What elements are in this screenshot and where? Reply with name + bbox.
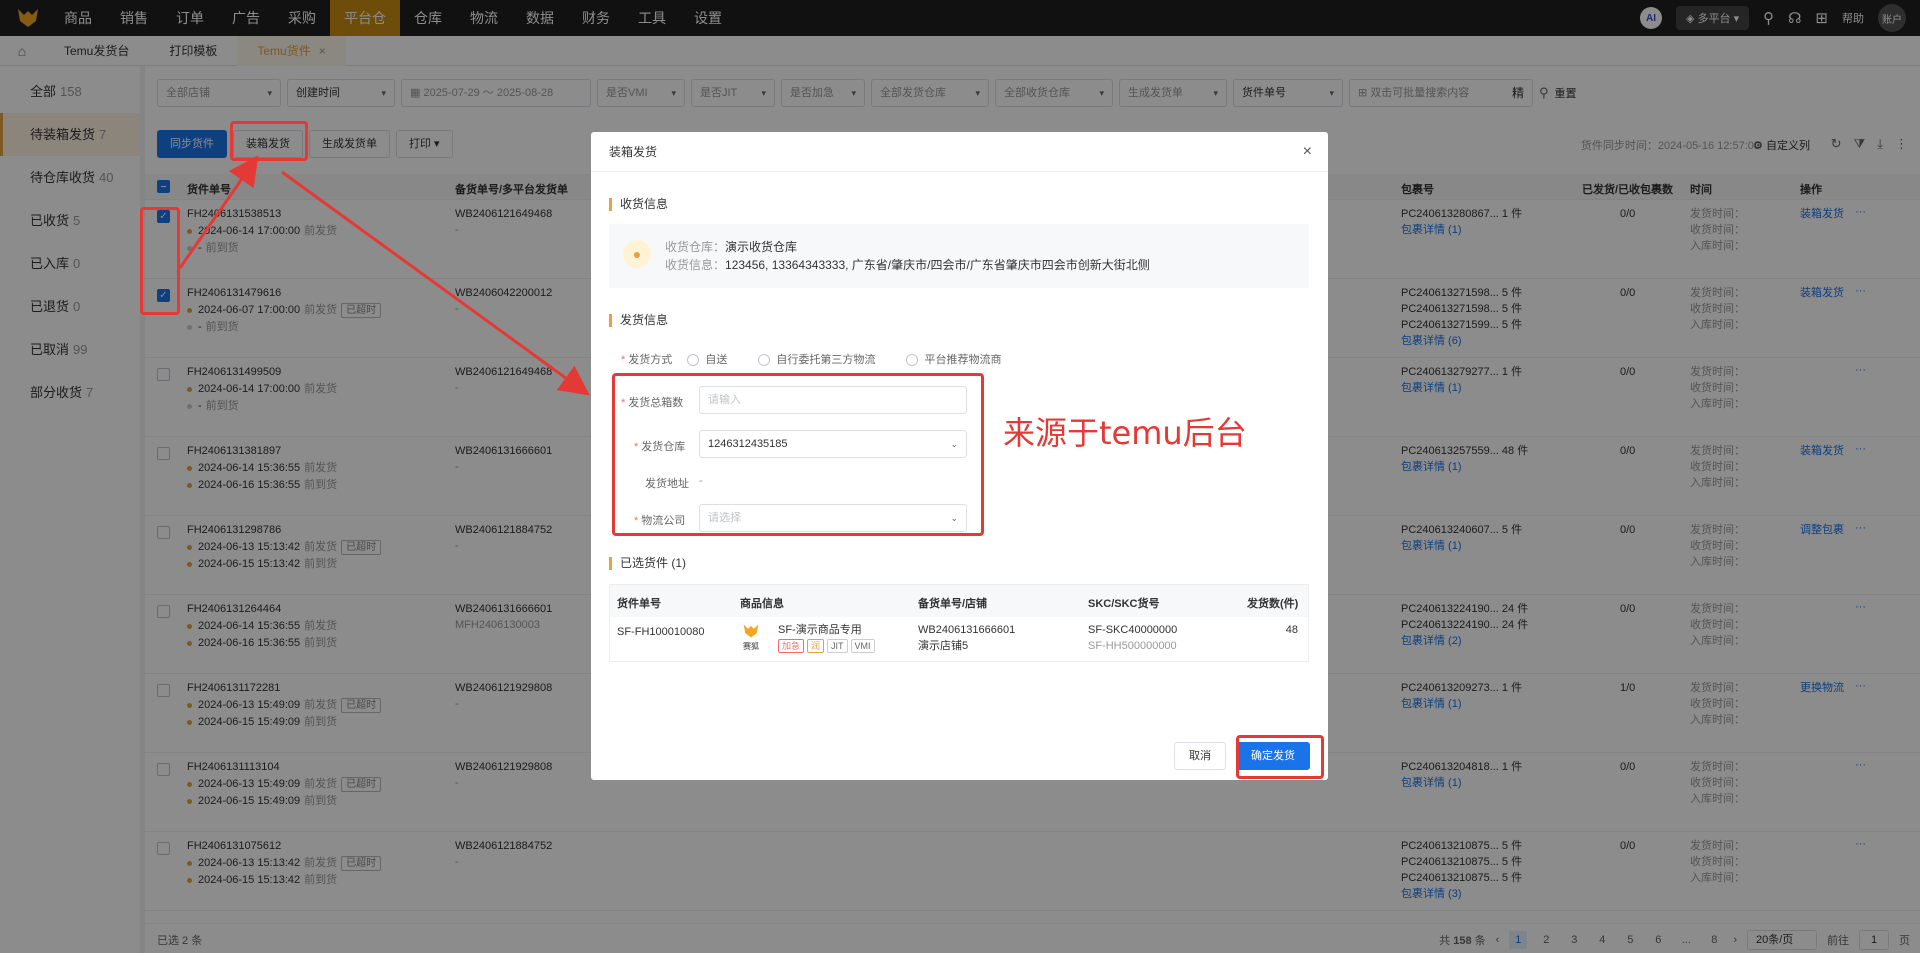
item-skc-no: SF-HH500000000 — [1088, 640, 1177, 652]
annotation-box-pack-button — [230, 121, 308, 161]
location-pin-icon: ● — [623, 240, 651, 268]
th-skc: SKC/SKC货号 — [1088, 598, 1160, 610]
selected-shipments-table: 货件单号 商品信息 备货单号/店铺 SKC/SKC货号 发货数(件) SF-FH… — [609, 584, 1309, 662]
recv-section-title: 收货信息 — [609, 198, 668, 211]
radio-self-deliver[interactable]: 自送 — [687, 354, 728, 367]
item-store: 演示店铺5 — [918, 640, 969, 652]
product-brand: 赛狐 — [743, 642, 759, 651]
recv-wh-label: 收货仓库： — [665, 240, 726, 254]
th-stock: 备货单号/店铺 — [918, 598, 988, 610]
table-row: SF-FH100010080 赛狐 SF-演示商品专用 加急润 JIT VMI WB… — [610, 617, 1308, 663]
radio-platform-carrier[interactable]: 平台推荐物流商 — [906, 354, 1002, 367]
radio-label: 自行委托第三方物流 — [776, 354, 876, 366]
annotation-box-checkboxes — [140, 207, 180, 315]
recv-warehouse-line: 收货仓库：演示收货仓库 — [665, 238, 797, 255]
th-qty: 发货数(件) — [1247, 598, 1299, 610]
recv-info-line: 收货信息：123456, 13364343333, 广东省/肇庆市/四会市/广东… — [665, 256, 1150, 273]
item-shipment-no: SF-FH100010080 — [617, 626, 705, 638]
tag-jit: JIT — [827, 639, 848, 653]
th-shipment: 货件单号 — [617, 598, 661, 610]
product-image: 赛狐 — [738, 623, 764, 657]
ship-method-row: * 发货方式 自送 自行委托第三方物流 平台推荐物流商 — [621, 354, 1002, 367]
recv-info-box: ● 收货仓库：演示收货仓库 收货信息：123456, 13364343333, … — [609, 224, 1309, 288]
th-product: 商品信息 — [740, 598, 784, 610]
ship-method-label: 发货方式 — [628, 354, 673, 366]
annotation-box-confirm — [1236, 735, 1324, 779]
tag-urgent: 加急 — [778, 639, 805, 653]
item-tags: 加急润 JIT VMI — [778, 639, 878, 654]
fox-logo-icon — [743, 624, 759, 638]
cancel-button[interactable]: 取消 — [1174, 742, 1226, 770]
annotation-box-form — [612, 373, 984, 536]
radio-label: 平台推荐物流商 — [924, 354, 1002, 366]
tag-run: 润 — [807, 639, 825, 653]
recv-info-value: 123456, 13364343333, 广东省/肇庆市/四会市/广东省肇庆市四… — [725, 258, 1150, 272]
selected-section-title: 已选货件 (1) — [609, 557, 686, 570]
tag-vmi: VMI — [850, 639, 875, 653]
annotation-text: 来源于temu后台 — [1003, 414, 1247, 452]
radio-third-party[interactable]: 自行委托第三方物流 — [758, 354, 876, 367]
recv-wh-value: 演示收货仓库 — [725, 240, 798, 254]
selected-table-header: 货件单号 商品信息 备货单号/店铺 SKC/SKC货号 发货数(件) — [610, 585, 1308, 617]
item-qty: 48 — [1285, 624, 1298, 636]
radio-label: 自送 — [705, 354, 728, 366]
close-icon[interactable]: × — [1303, 132, 1312, 172]
item-skc: SF-SKC40000000 — [1088, 624, 1178, 636]
item-product-name: SF-演示商品专用 — [778, 624, 862, 636]
ship-section-title: 发货信息 — [609, 314, 668, 327]
item-stock-no: WB2406131666601 — [918, 624, 1016, 636]
recv-info-label: 收货信息： — [665, 258, 726, 272]
modal-title: 装箱发货 — [591, 132, 1328, 172]
